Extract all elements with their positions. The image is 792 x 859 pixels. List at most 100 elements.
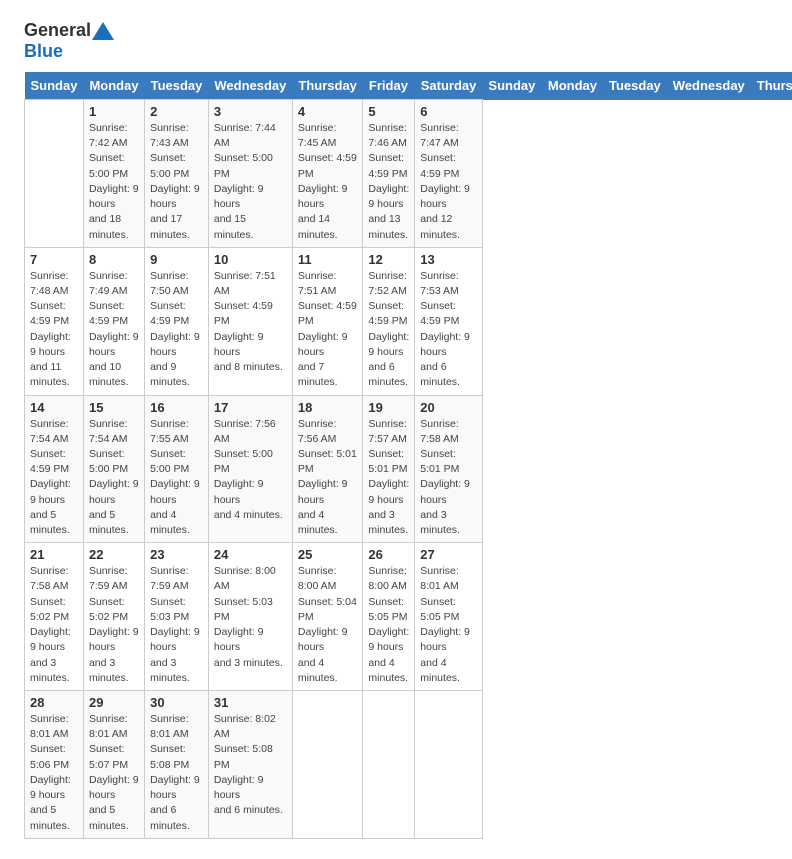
calendar-cell: 23Sunrise: 7:59 AM Sunset: 5:03 PM Dayli… [145,543,209,691]
calendar-week-4: 28 Sunrise: 8:01 AM Sunset: 5:06 PM Dayli… [25,691,792,839]
day-number: 12 [368,252,409,267]
day-number: 24 [214,547,287,562]
day-info: Sunrise: 7:47 AM Sunset: 4:59 PM Dayligh… [420,121,477,243]
day-number: 3 [214,104,287,119]
calendar-cell [292,691,363,839]
day-number: 8 [89,252,139,267]
header-friday: Friday [363,72,415,100]
day-number: 20 [420,400,477,415]
day-info: Sunrise: 8:00 AM Sunset: 5:05 PM Dayligh… [368,564,409,686]
day-info: Sunrise: 7:57 AM Sunset: 5:01 PM Dayligh… [368,417,409,539]
weekday-header-monday: Monday [542,72,603,100]
calendar-cell: 8 Sunrise: 7:49 AM Sunset: 4:59 PM Daylig… [83,247,144,395]
day-info: Sunrise: 7:51 AM Sunset: 4:59 PM Dayligh… [298,269,358,391]
calendar-cell: 10Sunrise: 7:51 AM Sunset: 4:59 PM Dayli… [208,247,292,395]
calendar-cell: 26 Sunrise: 8:00 AM Sunset: 5:05 PM Dayli… [363,543,415,691]
day-info: Sunrise: 7:48 AM Sunset: 4:59 PM Dayligh… [30,269,78,391]
day-info: Sunrise: 8:00 AM Sunset: 5:03 PM Dayligh… [214,564,287,671]
day-info: Sunrise: 7:56 AM Sunset: 5:01 PM Dayligh… [298,417,358,539]
day-info: Sunrise: 7:55 AM Sunset: 5:00 PM Dayligh… [150,417,203,539]
day-number: 30 [150,695,203,710]
header-thursday: Thursday [292,72,363,100]
calendar-cell: 19Sunrise: 7:57 AM Sunset: 5:01 PM Dayli… [363,395,415,543]
calendar-cell: 28 Sunrise: 8:01 AM Sunset: 5:06 PM Dayli… [25,691,84,839]
calendar-cell: 30 Sunrise: 8:01 AM Sunset: 5:08 PM Dayli… [145,691,209,839]
calendar-cell: 3 Sunrise: 7:44 AM Sunset: 5:00 PM Daylig… [208,100,292,248]
calendar-week-3: 21 Sunrise: 7:58 AM Sunset: 5:02 PM Dayli… [25,543,792,691]
calendar-cell: 4 Sunrise: 7:45 AM Sunset: 4:59 PM Daylig… [292,100,363,248]
calendar-cell [363,691,415,839]
day-info: Sunrise: 7:56 AM Sunset: 5:00 PM Dayligh… [214,417,287,524]
header-wednesday: Wednesday [208,72,292,100]
day-info: Sunrise: 8:01 AM Sunset: 5:07 PM Dayligh… [89,712,139,834]
day-info: Sunrise: 8:01 AM Sunset: 5:08 PM Dayligh… [150,712,203,834]
day-info: Sunrise: 7:59 AM Sunset: 5:02 PM Dayligh… [89,564,139,686]
day-number: 1 [89,104,139,119]
calendar-cell: 29 Sunrise: 8:01 AM Sunset: 5:07 PM Dayli… [83,691,144,839]
calendar-week-1: 7 Sunrise: 7:48 AM Sunset: 4:59 PM Daylig… [25,247,792,395]
day-number: 14 [30,400,78,415]
calendar-cell: 18Sunrise: 7:56 AM Sunset: 5:01 PM Dayli… [292,395,363,543]
day-info: Sunrise: 7:54 AM Sunset: 5:00 PM Dayligh… [89,417,139,539]
day-number: 27 [420,547,477,562]
calendar-table: SundayMondayTuesdayWednesdayThursdayFrid… [24,72,792,839]
day-info: Sunrise: 8:01 AM Sunset: 5:06 PM Dayligh… [30,712,78,834]
day-number: 26 [368,547,409,562]
calendar-cell: 20 Sunrise: 7:58 AM Sunset: 5:01 PM Dayli… [415,395,483,543]
calendar-cell: 17 Sunrise: 7:56 AM Sunset: 5:00 PM Dayli… [208,395,292,543]
day-number: 28 [30,695,78,710]
calendar-week-2: 14 Sunrise: 7:54 AM Sunset: 4:59 PM Dayli… [25,395,792,543]
header-tuesday: Tuesday [145,72,209,100]
day-number: 15 [89,400,139,415]
day-number: 21 [30,547,78,562]
day-number: 25 [298,547,358,562]
day-info: Sunrise: 7:58 AM Sunset: 5:02 PM Dayligh… [30,564,78,686]
page-header: General Blue [24,20,768,62]
day-info: Sunrise: 7:49 AM Sunset: 4:59 PM Dayligh… [89,269,139,391]
day-info: Sunrise: 7:51 AM Sunset: 4:59 PM Dayligh… [214,269,287,376]
calendar-cell: 6Sunrise: 7:47 AM Sunset: 4:59 PM Daylig… [415,100,483,248]
day-info: Sunrise: 8:02 AM Sunset: 5:08 PM Dayligh… [214,712,287,819]
calendar-cell: 13 Sunrise: 7:53 AM Sunset: 4:59 PM Dayli… [415,247,483,395]
day-number: 22 [89,547,139,562]
day-number: 17 [214,400,287,415]
day-info: Sunrise: 7:44 AM Sunset: 5:00 PM Dayligh… [214,121,287,243]
day-info: Sunrise: 7:45 AM Sunset: 4:59 PM Dayligh… [298,121,358,243]
calendar-cell [25,100,84,248]
calendar-cell: 21 Sunrise: 7:58 AM Sunset: 5:02 PM Dayli… [25,543,84,691]
calendar-cell: 11 Sunrise: 7:51 AM Sunset: 4:59 PM Dayli… [292,247,363,395]
header-sunday: Sunday [25,72,84,100]
day-info: Sunrise: 7:42 AM Sunset: 5:00 PM Dayligh… [89,121,139,243]
day-number: 29 [89,695,139,710]
calendar-cell: 24 Sunrise: 8:00 AM Sunset: 5:03 PM Dayli… [208,543,292,691]
calendar-cell: 31 Sunrise: 8:02 AM Sunset: 5:08 PM Dayli… [208,691,292,839]
calendar-week-0: 1 Sunrise: 7:42 AM Sunset: 5:00 PM Daylig… [25,100,792,248]
logo: General Blue [24,20,114,62]
logo-icon [92,22,114,40]
day-number: 31 [214,695,287,710]
day-number: 4 [298,104,358,119]
calendar-cell: 2Sunrise: 7:43 AM Sunset: 5:00 PM Daylig… [145,100,209,248]
calendar-header-row: SundayMondayTuesdayWednesdayThursdayFrid… [25,72,792,100]
header-saturday: Saturday [415,72,483,100]
day-info: Sunrise: 8:00 AM Sunset: 5:04 PM Dayligh… [298,564,358,686]
day-info: Sunrise: 7:46 AM Sunset: 4:59 PM Dayligh… [368,121,409,243]
calendar-cell: 5 Sunrise: 7:46 AM Sunset: 4:59 PM Daylig… [363,100,415,248]
calendar-cell: 16 Sunrise: 7:55 AM Sunset: 5:00 PM Dayli… [145,395,209,543]
weekday-header-thursday: Thursday [751,72,792,100]
day-number: 13 [420,252,477,267]
day-info: Sunrise: 7:53 AM Sunset: 4:59 PM Dayligh… [420,269,477,391]
day-number: 5 [368,104,409,119]
calendar-cell: 12 Sunrise: 7:52 AM Sunset: 4:59 PM Dayli… [363,247,415,395]
logo-blue-text: Blue [24,41,63,61]
day-info: Sunrise: 7:58 AM Sunset: 5:01 PM Dayligh… [420,417,477,539]
day-info: Sunrise: 7:52 AM Sunset: 4:59 PM Dayligh… [368,269,409,391]
weekday-header-wednesday: Wednesday [667,72,751,100]
day-number: 7 [30,252,78,267]
day-number: 11 [298,252,358,267]
day-number: 16 [150,400,203,415]
calendar-cell: 14 Sunrise: 7:54 AM Sunset: 4:59 PM Dayli… [25,395,84,543]
calendar-cell: 25 Sunrise: 8:00 AM Sunset: 5:04 PM Dayli… [292,543,363,691]
day-info: Sunrise: 7:54 AM Sunset: 4:59 PM Dayligh… [30,417,78,539]
calendar-cell [415,691,483,839]
